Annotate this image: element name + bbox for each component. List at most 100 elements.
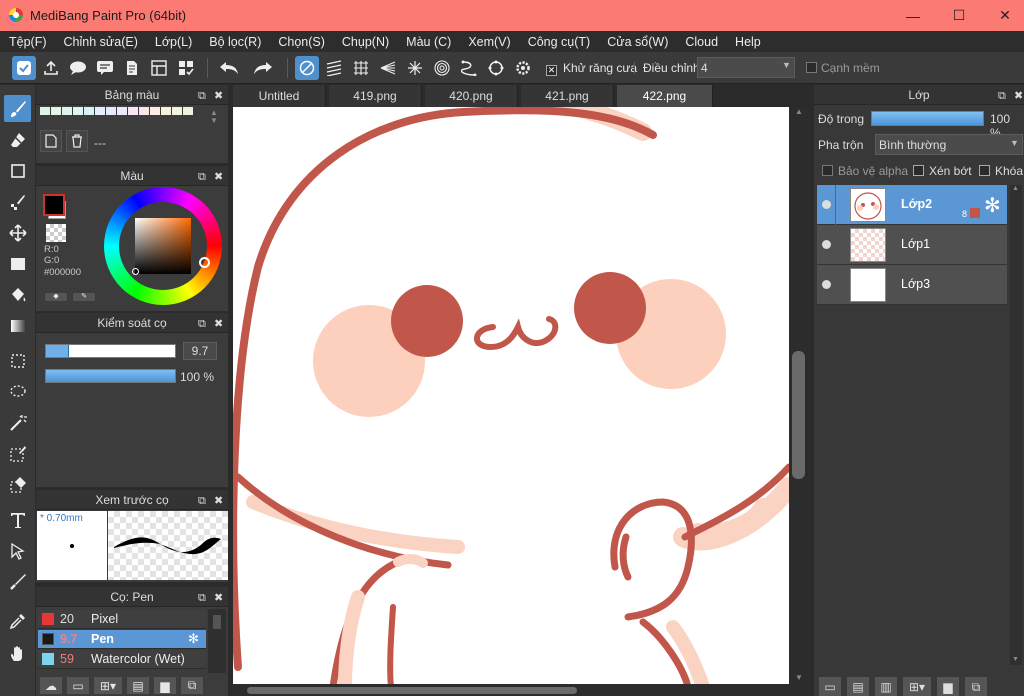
panel-icon[interactable] (147, 56, 171, 80)
transparent-color-swatch[interactable] (46, 224, 66, 242)
palette-swatch[interactable] (128, 107, 138, 115)
brush-list-scrollbar[interactable] (208, 609, 226, 673)
menu-snap[interactable]: Chụp(N) (333, 35, 397, 49)
new-palette-button[interactable] (40, 130, 62, 152)
grid-ruler-icon[interactable] (349, 56, 373, 80)
menu-view[interactable]: Xem(V) (459, 35, 518, 49)
menu-tools[interactable]: Công cụ(T) (519, 35, 599, 49)
rectangle-tool-icon[interactable] (4, 157, 31, 184)
brush-size-value[interactable]: 9.7 (183, 342, 217, 360)
brush-file-icon[interactable]: ▤ (127, 677, 149, 694)
move-tool-icon[interactable] (4, 219, 31, 246)
parallel-ruler-icon[interactable] (322, 56, 346, 80)
protect-alpha-checkbox[interactable] (822, 165, 833, 179)
close-panel-icon[interactable]: ✖ (1014, 86, 1023, 106)
palette-scroll[interactable]: ▲ ▼ (210, 109, 218, 125)
close-panel-icon[interactable]: ✖ (214, 86, 223, 106)
palette-swatch[interactable] (183, 107, 193, 115)
eyedropper-tool-icon[interactable] (4, 607, 31, 634)
add-color-button[interactable]: ◆ (45, 293, 67, 301)
float-panel-icon[interactable]: ⧉ (198, 491, 206, 511)
layer-visibility-eye-icon[interactable] (822, 240, 831, 249)
add-layer-menu-icon[interactable]: ⊞▾ (903, 677, 931, 696)
gradient-tool-icon[interactable] (4, 312, 31, 339)
scroll-down-icon[interactable]: ▼ (795, 673, 803, 682)
new-1bit-layer-icon[interactable]: ▥ (875, 677, 897, 696)
scroll-up-icon[interactable]: ▲ (1012, 185, 1019, 192)
layer-visibility-eye-icon[interactable] (822, 280, 831, 289)
float-panel-icon[interactable]: ⧉ (198, 314, 206, 334)
menu-file[interactable]: Tệp(F) (0, 35, 55, 49)
layer-row[interactable]: Lớp2 8 ✻ (817, 185, 1007, 225)
duplicate-layer-icon[interactable]: ⧉ (965, 677, 987, 696)
redo-icon[interactable] (249, 56, 277, 80)
palette-swatch[interactable] (84, 107, 94, 115)
menu-color[interactable]: Màu (C) (397, 35, 459, 49)
menu-layer[interactable]: Lớp(L) (146, 35, 200, 49)
layer-opacity-slider[interactable] (871, 111, 984, 126)
add-brush-icon[interactable]: ⊞▾ (94, 677, 122, 694)
menu-help[interactable]: Help (726, 35, 769, 49)
close-button[interactable]: ✕ (982, 0, 1024, 31)
lasso-tool-icon[interactable] (4, 378, 31, 405)
brush-item-pixel[interactable]: 20 Pixel (38, 610, 206, 629)
palette-swatch[interactable] (150, 107, 160, 115)
fill-rect-tool-icon[interactable] (4, 250, 31, 277)
palette-swatch[interactable] (172, 107, 182, 115)
hue-wheel[interactable] (104, 187, 222, 305)
eraser-tool-icon[interactable] (4, 126, 31, 153)
send-icon[interactable] (12, 56, 36, 80)
curve-ruler-icon[interactable] (457, 56, 481, 80)
new-layer-icon[interactable]: ▭ (819, 677, 841, 696)
drawing-canvas[interactable] (233, 107, 789, 684)
cloud-brush-icon[interactable]: ☁ (40, 677, 62, 694)
select-rect-tool-icon[interactable] (4, 347, 31, 374)
palette-swatch[interactable] (62, 107, 72, 115)
float-panel-icon[interactable]: ⧉ (198, 167, 206, 187)
new-brush-icon[interactable]: ▭ (67, 677, 89, 694)
brush-settings-icon[interactable]: ✻ (188, 631, 199, 647)
speech-bubble-icon[interactable] (66, 56, 90, 80)
dot-brush-tool-icon[interactable] (4, 188, 31, 215)
operation-tool-icon[interactable] (4, 537, 31, 564)
hand-tool-icon[interactable] (4, 640, 31, 667)
palette-swatch[interactable] (73, 107, 83, 115)
layer-folder-icon[interactable]: ▆ (937, 677, 959, 696)
close-panel-icon[interactable]: ✖ (214, 491, 223, 511)
brush-folder-icon[interactable]: ▆ (154, 677, 176, 694)
delete-palette-button[interactable] (66, 130, 88, 152)
vertical-scroll-thumb[interactable] (792, 351, 805, 479)
settings-icon[interactable] (511, 56, 535, 80)
brush-copy-icon[interactable]: ⧉ (181, 677, 203, 694)
menu-filter[interactable]: Bộ lọc(R) (200, 35, 269, 49)
layer-visibility-eye-icon[interactable] (822, 200, 831, 209)
concentric-ruler-icon[interactable] (430, 56, 454, 80)
tab-421[interactable]: 421.png (521, 85, 614, 107)
scroll-up-icon[interactable]: ▲ (795, 107, 803, 116)
chat-icon[interactable] (93, 56, 117, 80)
close-panel-icon[interactable]: ✖ (214, 588, 223, 608)
magic-wand-tool-icon[interactable] (4, 409, 31, 436)
tab-419[interactable]: 419.png (329, 85, 422, 107)
new-8bit-layer-icon[interactable]: ▤ (847, 677, 869, 696)
divide-tool-icon[interactable] (4, 568, 31, 595)
close-panel-icon[interactable]: ✖ (214, 167, 223, 187)
tab-420[interactable]: 420.png (425, 85, 518, 107)
palette-swatch[interactable] (117, 107, 127, 115)
menu-cloud[interactable]: Cloud (676, 35, 726, 49)
correction-dropdown[interactable]: 4 ▼ (697, 57, 795, 78)
palette-swatch[interactable] (51, 107, 61, 115)
soft-edge-checkbox[interactable] (806, 62, 817, 76)
layer-list-scrollbar[interactable]: ▲ ▼ (1010, 185, 1022, 665)
palette-swatches[interactable] (40, 107, 198, 125)
minimize-button[interactable]: — (890, 0, 936, 31)
brush-opacity-slider[interactable] (45, 369, 176, 383)
radial-ruler-icon[interactable] (403, 56, 427, 80)
lock-checkbox[interactable] (979, 165, 990, 179)
canvas-horizontal-scrollbar[interactable] (233, 684, 810, 696)
float-panel-icon[interactable]: ⧉ (198, 588, 206, 608)
hue-cursor[interactable] (199, 257, 210, 268)
brush-size-slider[interactable] (45, 344, 176, 358)
float-panel-icon[interactable]: ⧉ (998, 86, 1006, 106)
bucket-tool-icon[interactable] (4, 281, 31, 308)
